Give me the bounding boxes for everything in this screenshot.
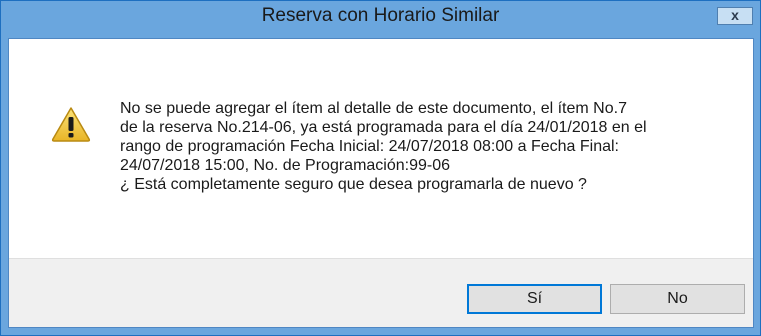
dialog-message: No se puede agregar el ítem al detalle d… xyxy=(120,99,730,194)
dialog-window: Reserva con Horario Similar x No se pued… xyxy=(0,0,761,336)
message-area: No se puede agregar el ítem al detalle d… xyxy=(9,39,753,258)
message-line: de la reserva No.214-06, ya está program… xyxy=(120,119,647,136)
dialog-body: No se puede agregar el ítem al detalle d… xyxy=(8,38,754,328)
window-title: Reserva con Horario Similar xyxy=(261,5,500,26)
button-bar: Sí No xyxy=(9,258,753,327)
warning-icon xyxy=(51,107,91,142)
close-icon: x xyxy=(731,7,739,23)
title-bar[interactable]: Reserva con Horario Similar x xyxy=(1,1,760,31)
message-line: rango de programación Fecha Inicial: 24/… xyxy=(120,138,619,155)
close-button[interactable]: x xyxy=(717,7,753,25)
message-line: ¿ Está completamente seguro que desea pr… xyxy=(120,176,587,193)
message-line: No se puede agregar el ítem al detalle d… xyxy=(120,100,627,117)
no-button[interactable]: No xyxy=(610,284,745,314)
message-line: 24/07/2018 15:00, No. de Programación:99… xyxy=(120,157,451,174)
yes-button[interactable]: Sí xyxy=(467,284,602,314)
